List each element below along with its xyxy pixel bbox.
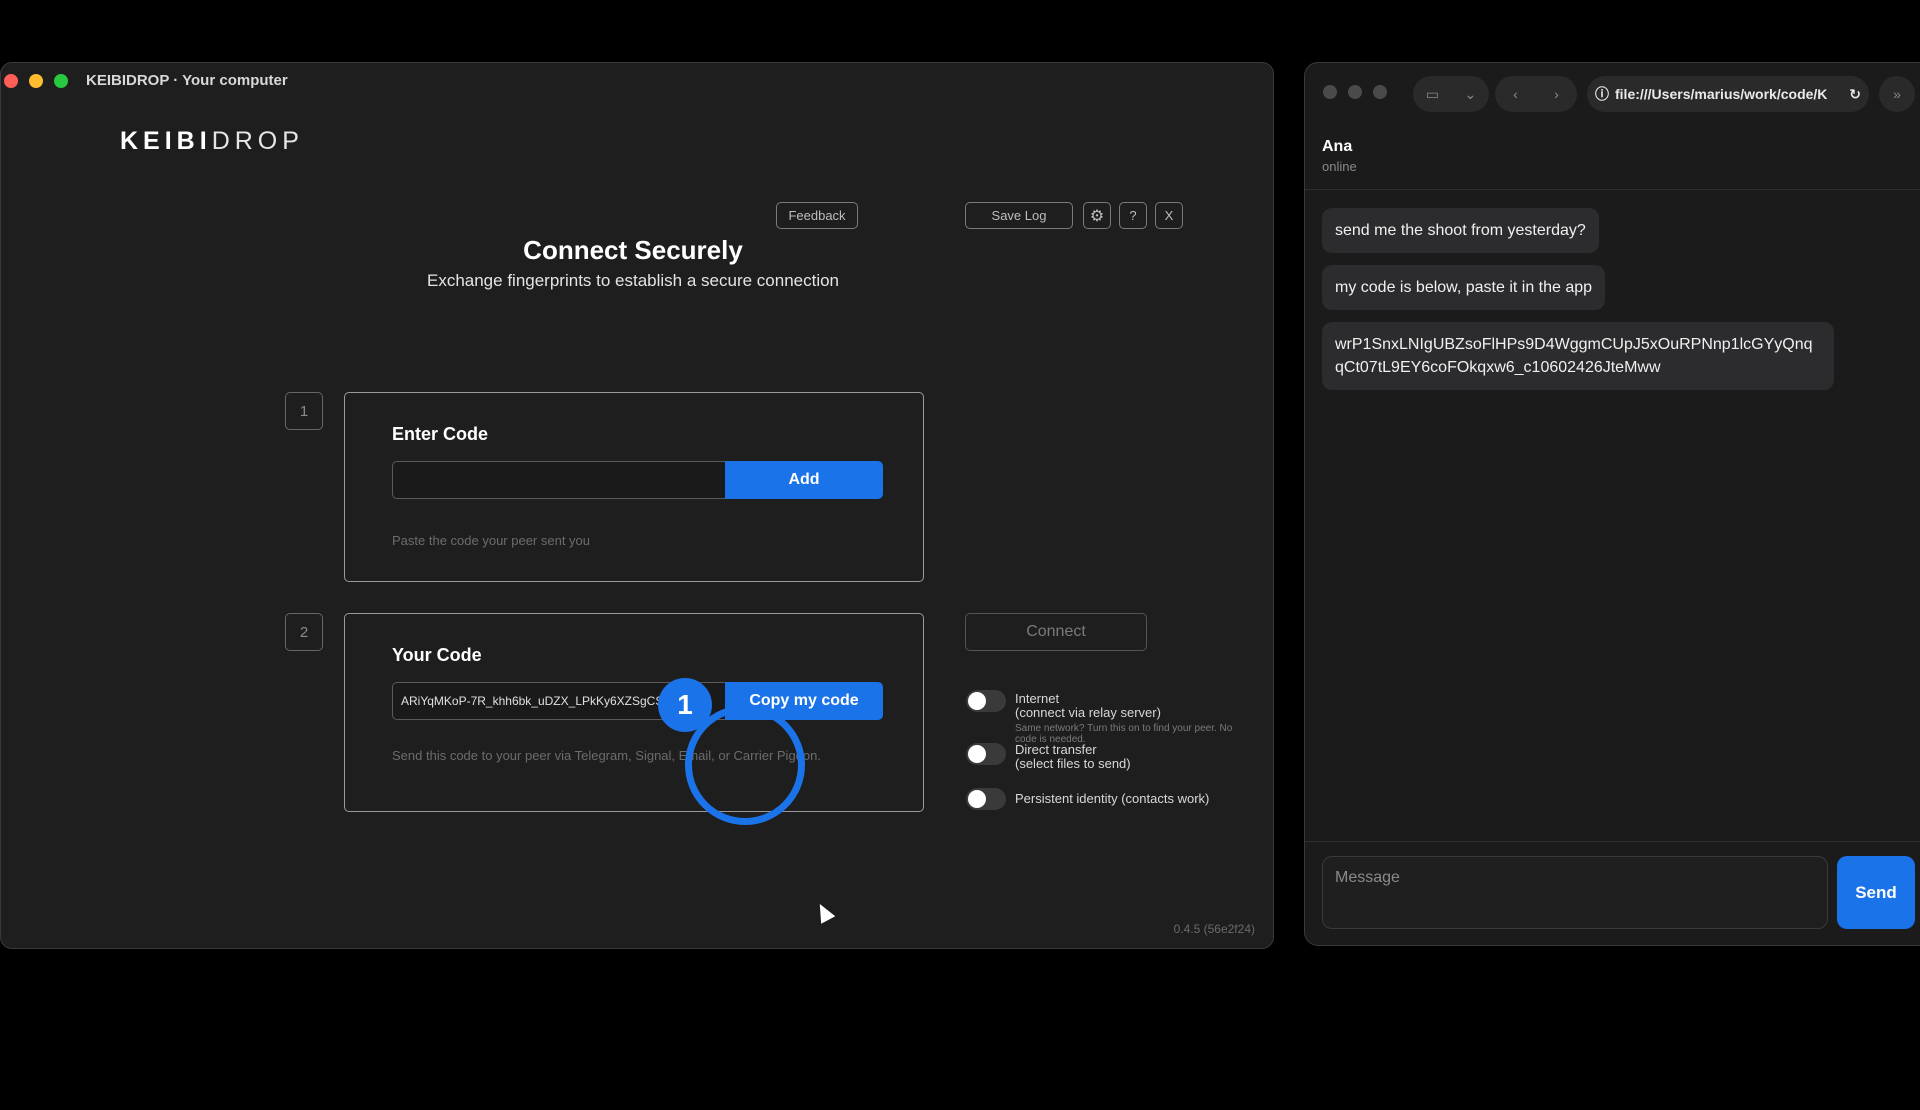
back-icon[interactable]: ‹ bbox=[1513, 86, 1518, 102]
feedback-button[interactable]: Feedback bbox=[776, 202, 858, 229]
contact-status: online bbox=[1322, 159, 1357, 174]
persistent-identity-toggle[interactable] bbox=[966, 788, 1006, 810]
url-text: file:///Users/marius/work/code/K bbox=[1615, 86, 1828, 102]
window-title: KEIBIDROP · Your computer bbox=[86, 72, 288, 89]
composer-divider bbox=[1305, 841, 1920, 842]
step-annotation-badge: 1 bbox=[658, 678, 712, 732]
close-button[interactable]: X bbox=[1155, 202, 1183, 229]
chat-header: Ana online bbox=[1322, 138, 1357, 174]
enter-code-hint: Paste the code your peer sent you bbox=[392, 533, 591, 548]
peer-code-input[interactable] bbox=[392, 461, 726, 499]
settings-button[interactable]: ⚙ bbox=[1083, 202, 1111, 229]
connect-button[interactable]: Connect bbox=[965, 613, 1147, 651]
direct-transfer-toggle[interactable] bbox=[966, 743, 1006, 765]
enter-code-card: Enter Code Add Paste the code your peer … bbox=[344, 392, 924, 582]
browser-maximize-button[interactable] bbox=[1373, 85, 1387, 99]
close-window-button[interactable] bbox=[4, 74, 18, 88]
sidebar-toggle-button[interactable]: ▭ ⌄ bbox=[1413, 76, 1489, 112]
more-tabs-icon[interactable]: » bbox=[1879, 76, 1915, 112]
internet-label: Internet bbox=[1015, 691, 1060, 706]
logo-bold-part: KEIBI bbox=[120, 127, 212, 155]
step-number-1: 1 bbox=[285, 392, 323, 430]
header-divider bbox=[1305, 189, 1920, 190]
browser-window: ▭ ⌄ ‹ › ⓘ file:///Users/marius/work/code… bbox=[1304, 62, 1920, 946]
your-code-card: Your Code ARiYqMKoP-7R_khh6bk_uDZX_LPkKy… bbox=[344, 613, 924, 812]
keibidrop-app-window: KEIBIDROP · Your computer KEIBIDROP Feed… bbox=[0, 62, 1274, 949]
add-code-button[interactable]: Add bbox=[725, 461, 883, 499]
navigation-buttons: ‹ › bbox=[1495, 76, 1577, 112]
chat-message: send me the shoot from yesterday? bbox=[1322, 208, 1599, 253]
send-button[interactable]: Send bbox=[1837, 856, 1915, 929]
direct-transfer-label: Direct transfer bbox=[1015, 742, 1097, 757]
version-label: 0.4.5 (56e2f24) bbox=[1173, 922, 1255, 936]
help-button[interactable]: ? bbox=[1119, 202, 1147, 229]
minimize-window-button[interactable] bbox=[29, 74, 43, 88]
direct-transfer-sublabel: (select files to send) bbox=[1015, 756, 1131, 771]
sidebar-icon: ▭ bbox=[1425, 85, 1439, 102]
page-title: Connect Securely bbox=[523, 235, 743, 265]
internet-toggle[interactable] bbox=[966, 690, 1006, 712]
chevron-down-icon: ⌄ bbox=[1464, 85, 1477, 102]
enter-code-title: Enter Code bbox=[392, 424, 489, 444]
page-subtitle: Exchange fingerprints to establish a sec… bbox=[426, 271, 840, 290]
title-bar: KEIBIDROP · Your computer bbox=[1, 63, 1273, 97]
mouse-cursor-icon bbox=[812, 900, 836, 924]
browser-minimize-button[interactable] bbox=[1348, 85, 1362, 99]
persistent-identity-label: Persistent identity (contacts work) bbox=[1015, 791, 1210, 806]
browser-toolbar: ▭ ⌄ ‹ › ⓘ file:///Users/marius/work/code… bbox=[1305, 63, 1920, 121]
message-input[interactable]: Message bbox=[1322, 856, 1828, 929]
browser-close-button[interactable] bbox=[1323, 85, 1337, 99]
chat-message-code[interactable]: wrP1SnxLNIgUBZsoFlHPs9D4WggmCUpJ5xOuRPNn… bbox=[1322, 322, 1834, 390]
maximize-window-button[interactable] bbox=[54, 74, 68, 88]
chat-message: my code is below, paste it in the app bbox=[1322, 265, 1606, 310]
app-logo: KEIBIDROP bbox=[120, 127, 304, 156]
save-log-button[interactable]: Save Log bbox=[965, 202, 1073, 229]
forward-icon[interactable]: › bbox=[1554, 86, 1559, 102]
address-bar[interactable]: ⓘ file:///Users/marius/work/code/K ↻ bbox=[1587, 76, 1869, 112]
page-info-icon: ⓘ bbox=[1595, 86, 1609, 102]
logo-light-part: DROP bbox=[211, 127, 304, 155]
contact-name: Ana bbox=[1322, 138, 1353, 155]
your-code-title: Your Code bbox=[392, 645, 482, 665]
step-number-2: 2 bbox=[285, 613, 323, 651]
internet-sublabel: (connect via relay server) bbox=[1015, 705, 1161, 720]
gear-icon: ⚙ bbox=[1089, 207, 1105, 225]
reload-icon[interactable]: ↻ bbox=[1849, 86, 1861, 103]
